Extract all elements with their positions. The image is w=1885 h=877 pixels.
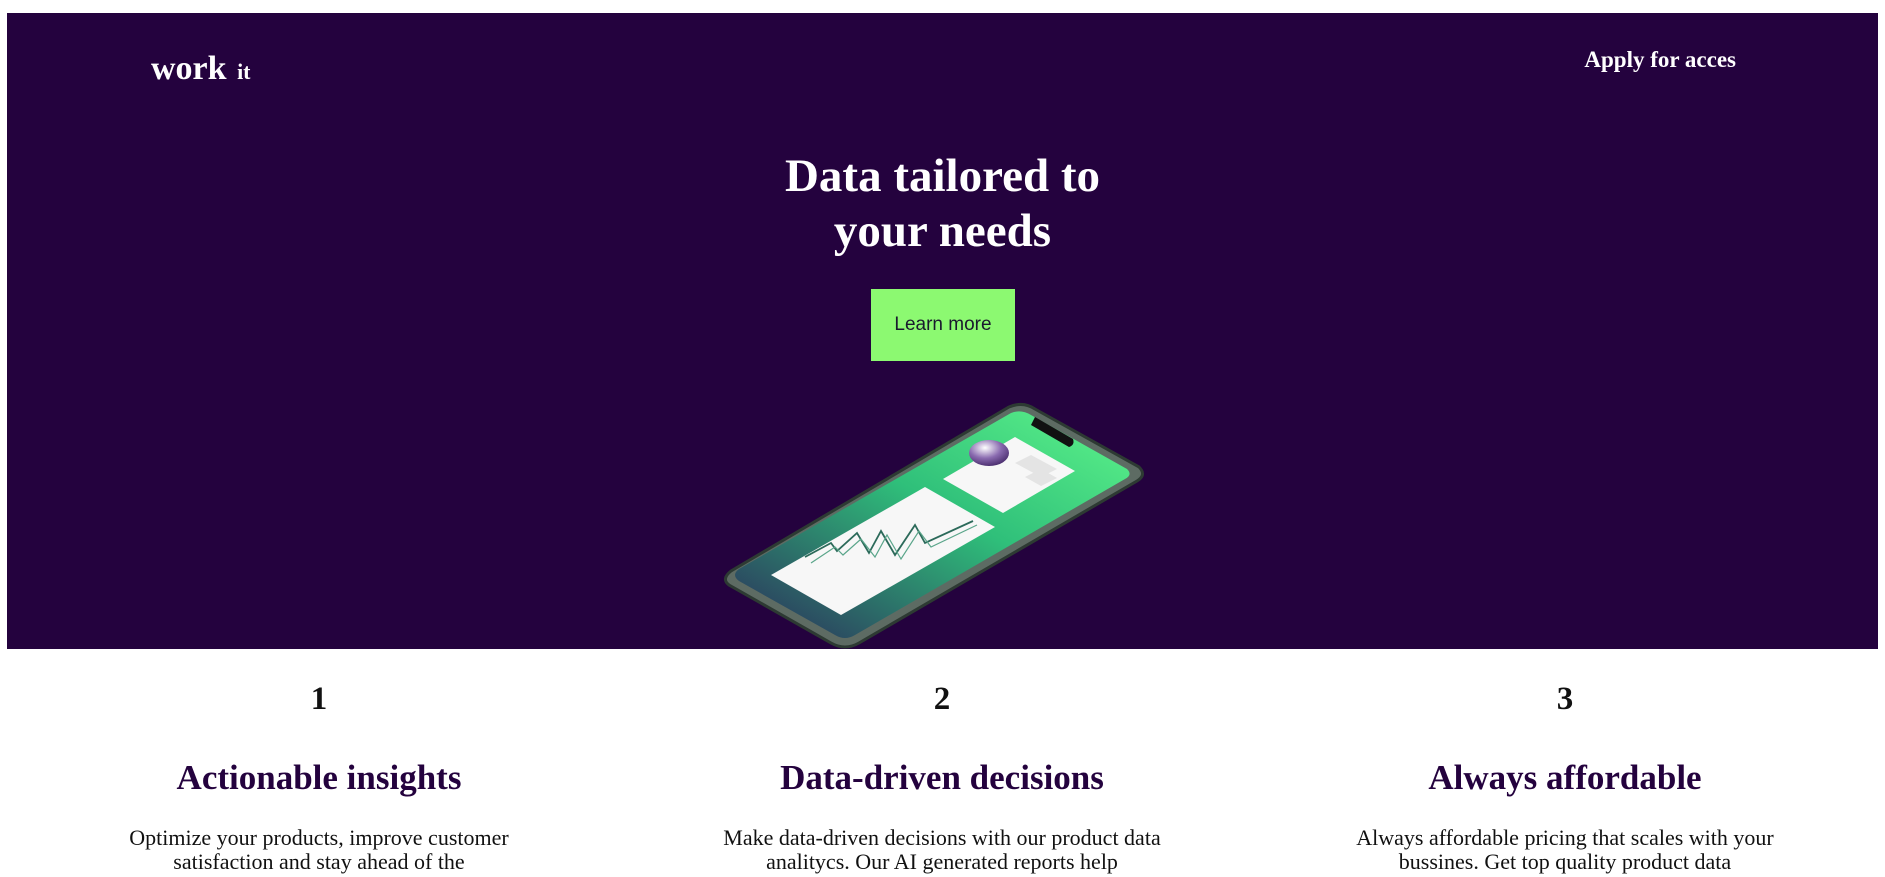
hero-title-line-1: Data tailored to <box>784 150 1101 202</box>
hero-title: Data tailored to your needs <box>7 149 1878 259</box>
feature-number: 1 <box>310 681 328 717</box>
logo-main-text: work <box>151 50 227 87</box>
feature-card: 3 Always affordable Always affordable pr… <box>1305 649 1825 874</box>
feature-number: 2 <box>933 681 951 717</box>
logo-small-text: it <box>237 59 251 84</box>
hero-title-line-2: your needs <box>833 205 1052 257</box>
feature-card: 2 Data-driven decisions Make data-driven… <box>682 649 1202 874</box>
learn-more-button[interactable]: Learn more <box>871 289 1015 361</box>
feature-description: Optimize your products, improve customer… <box>129 825 509 874</box>
feature-description: Always affordable pricing that scales wi… <box>1356 825 1774 874</box>
apply-for-access-link[interactable]: Apply for acces <box>1584 45 1736 75</box>
feature-title: Data-driven decisions <box>780 758 1104 797</box>
feature-title: Actionable insights <box>176 758 462 797</box>
hero-section: work it Apply for acces Data tailored to… <box>7 13 1878 649</box>
logo[interactable]: work it <box>151 49 251 92</box>
feature-number: 3 <box>1556 681 1574 717</box>
features-section: 1 Actionable insights Optimize your prod… <box>0 649 1885 877</box>
feature-description: Make data-driven decisions with our prod… <box>723 825 1161 874</box>
feature-card: 1 Actionable insights Optimize your prod… <box>59 649 579 874</box>
feature-title: Always affordable <box>1428 758 1702 797</box>
smartphone-illustration-icon <box>724 402 1144 649</box>
